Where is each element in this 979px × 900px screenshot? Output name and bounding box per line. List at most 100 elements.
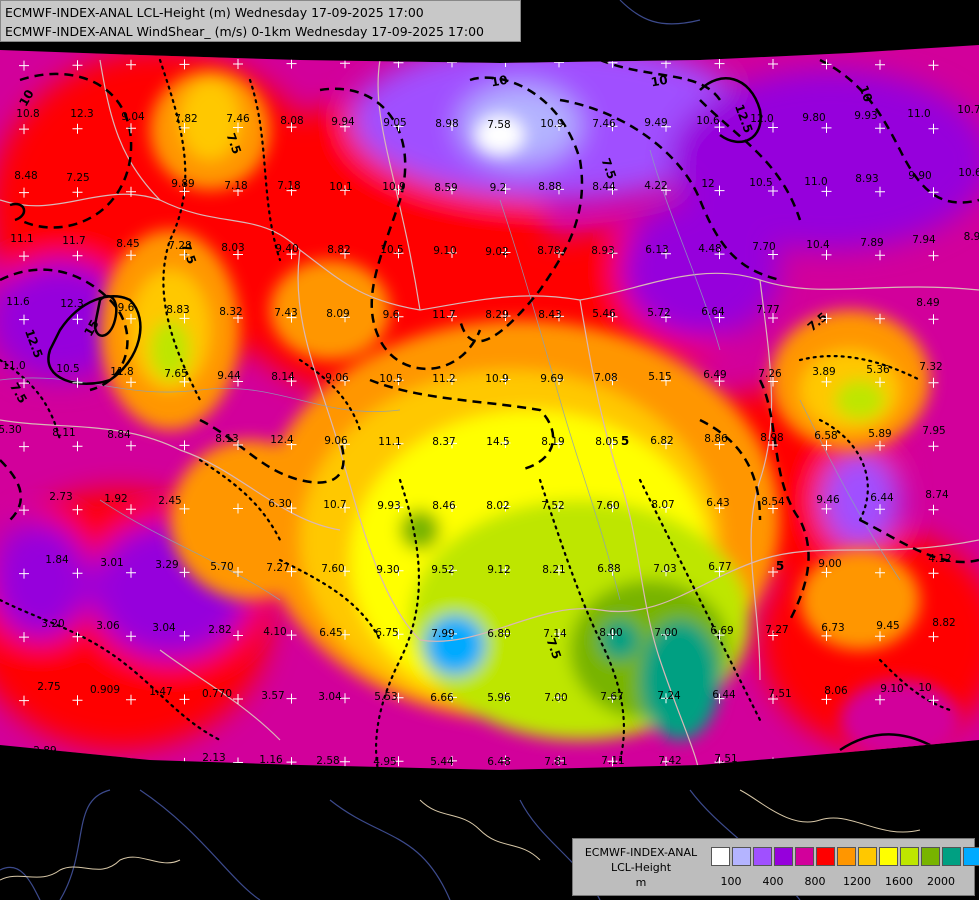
windshear-value-label: 7.65 [164,368,187,380]
weather-map: 1010 10107.57.57.57.57.57.512.512.51555 1… [0,0,979,900]
contour-label: 5 [776,559,784,573]
windshear-value-label: 6.82 [650,435,673,447]
windshear-value-label: 0.770 [202,688,232,700]
map-title-box: ECMWF-INDEX-ANAL LCL-Height (m) Wednesda… [0,0,521,42]
windshear-value-label: 9.30 [376,564,399,576]
windshear-value-label: 6.88 [597,563,620,575]
windshear-value-label: 12.3 [60,298,83,310]
windshear-value-label: 5.30 [0,424,22,436]
legend-tick-label: 400 [762,875,784,888]
windshear-value-label: 3.04 [152,622,176,634]
windshear-value-label: 12.0 [750,113,773,125]
legend-swatch [900,847,919,866]
windshear-value-label: 6.80 [487,628,510,640]
legend-swatch [753,847,772,866]
windshear-value-label: 9.10 [433,245,456,257]
windshear-value-label: 8.54 [761,496,785,508]
windshear-value-label: 6.64 [701,306,725,318]
windshear-value-label: 5.72 [647,307,670,319]
windshear-value-label: 6.45 [319,627,342,639]
windshear-value-label: 7.43 [274,307,297,319]
windshear-value-label: 6.44 [712,689,736,701]
windshear-value-label: 4.22 [644,180,667,192]
windshear-value-label: 10.9 [382,181,405,193]
legend-swatch [732,847,751,866]
windshear-value-label: 11.6 [6,296,30,308]
windshear-value-label: 7.14 [543,628,567,640]
windshear-value-label: 7.81 [544,756,567,768]
legend-title-line-2: LCL-Height [610,861,672,874]
windshear-value-label: 7.18 [224,180,247,192]
windshear-value-label: 5.44 [430,756,454,768]
windshear-value-label: 9.45 [876,620,899,632]
windshear-value-label: 6.49 [703,369,726,381]
legend-swatch [921,847,940,866]
windshear-value-label: 5.46 [592,308,616,320]
windshear-value-label: 8.43 [538,309,561,321]
windshear-value-label: 9.6 [118,302,135,314]
legend-swatch [816,847,835,866]
windshear-value-label: 8.08 [280,115,303,127]
windshear-value-label: 7.82 [174,113,197,125]
windshear-value-label: 9.2 [490,182,507,194]
windshear-value-label: 6.48 [487,756,510,768]
windshear-value-label: 0.909 [90,684,120,696]
windshear-value-label: 8.48 [14,170,37,182]
windshear-value-label: 11.8 [110,366,133,378]
windshear-value-label: 11.7 [62,235,85,247]
windshear-value-label: 5.96 [487,692,511,704]
windshear-value-label: 7.26 [758,368,782,380]
windshear-value-label: 8.78 [537,245,560,257]
windshear-value-label: 7.27 [266,562,289,574]
windshear-value-label: 9.10 [880,683,903,695]
windshear-value-label: 7.18 [277,180,300,192]
windshear-value-label: 1.92 [104,493,127,505]
windshear-value-label: 2.58 [316,755,339,767]
windshear-value-label: 8.45 [116,238,139,250]
windshear-value-label: 8.98 [760,432,783,444]
windshear-value-label: 8.82 [327,244,350,256]
windshear-value-label: 8.88 [538,181,561,193]
windshear-value-label: 7.27 [765,624,788,636]
windshear-value-label: 8.37 [432,436,455,448]
windshear-value-label: 2.75 [37,681,60,693]
windshear-value-label: 1.47 [149,686,172,698]
windshear-value-label: 10.7 [323,499,346,511]
windshear-value-label: 8.02 [486,500,509,512]
windshear-value-label: 3.06 [96,620,120,632]
windshear-value-label: 8.03 [221,242,244,254]
legend-tick-label: 800 [804,875,826,888]
windshear-value-label: 9.40 [275,243,298,255]
windshear-value-label: 8.44 [592,181,616,193]
windshear-value-label: 11.0 [907,108,930,120]
windshear-value-label: 7.51 [714,753,737,765]
windshear-value-label: 8.49 [916,297,939,309]
windshear-value-label: 6.69 [710,625,733,637]
legend-swatch [774,847,793,866]
windshear-value-label: 1.16 [259,754,283,766]
windshear-value-label: 7.42 [658,755,681,767]
windshear-value-label: 9.6 [383,309,400,321]
windshear-value-label: 10.4 [806,239,830,251]
windshear-value-label: 14.5 [486,436,509,448]
color-legend: ECMWF-INDEX-ANAL LCL-Height m 100 400 800 1… [572,838,979,896]
windshear-value-label: 9.00 [818,558,841,570]
windshear-value-label: 2.73 [49,491,72,503]
windshear-value-label: 7.89 [860,237,883,249]
windshear-value-label: 6.77 [708,561,731,573]
windshear-value-label: 7.28 [168,240,191,252]
windshear-value-label: 7.25 [66,172,89,184]
legend-tick-label: 1200 [843,875,871,888]
windshear-value-label: 9.06 [325,372,349,384]
windshear-value-label: 6.73 [821,622,844,634]
windshear-value-label: 4.95 [373,756,396,768]
windshear-value-label: 11.1 [378,436,401,448]
legend-tick-label: 2000 [927,875,955,888]
windshear-value-label: 6.30 [268,498,291,510]
windshear-value-label: 8.98 [435,118,458,130]
windshear-value-label: 10.5 [380,244,403,256]
windshear-value-label: 8.14 [271,371,295,383]
windshear-value-label: 7.99 [431,628,454,640]
windshear-value-label: 10.9 [485,373,508,385]
contour-label: 10 [650,73,669,90]
